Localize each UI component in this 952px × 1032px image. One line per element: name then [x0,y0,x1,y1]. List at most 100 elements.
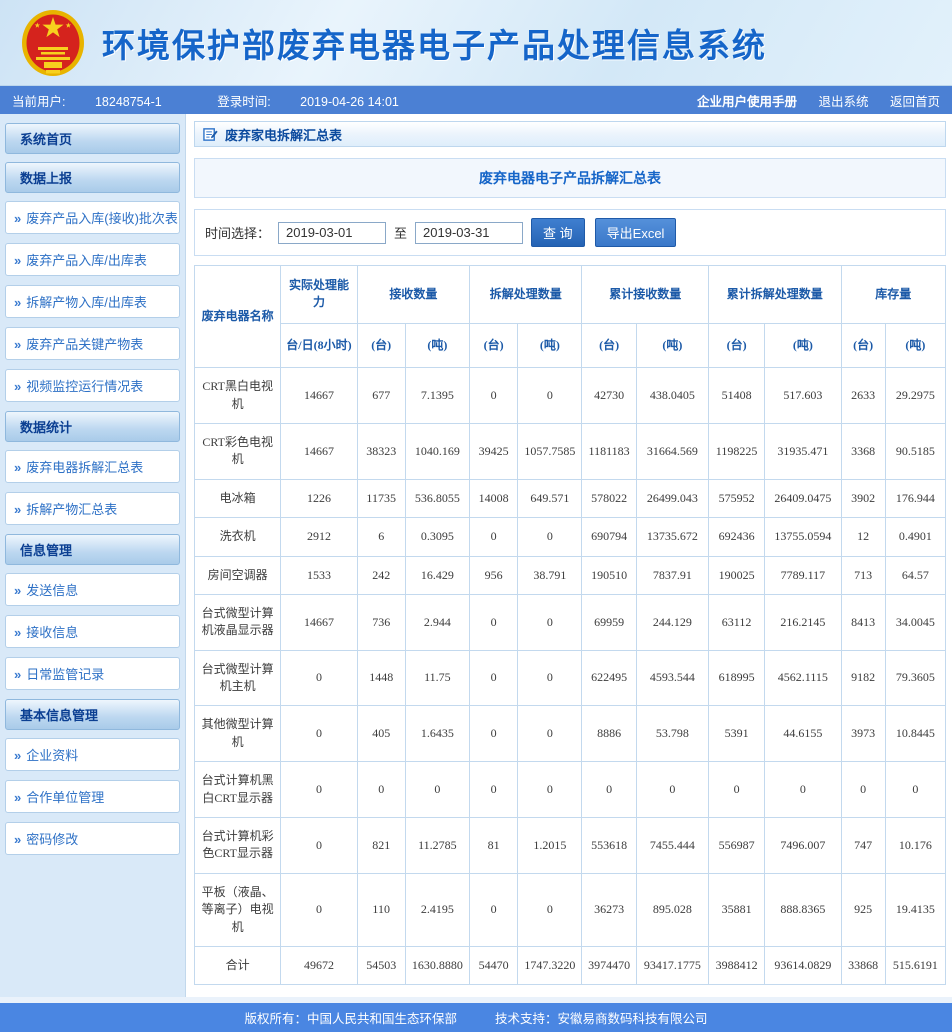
table-header-row-units: 台/日(8小时) (台) (吨) (台) (吨) (台) (吨) (台) (吨)… [195,322,947,369]
sidebar-section-0[interactable]: 系统首页 [5,123,180,154]
col-header-capacity-unit: 台/日(8小时) [280,322,358,369]
double-chevron-icon: » [14,790,22,805]
table-row: 房间空调器 1533 242 16.429 956 38.791 190510 7837.91… [193,555,947,595]
double-chevron-icon: » [14,211,22,226]
sidebar-label: 企业资料 [26,748,79,763]
value-cell: 405 [356,705,406,763]
value-cell: 12 [840,517,886,557]
value-cell: 649.571 [517,478,583,519]
product-name-cell: 台式计算机彩色CRT显示器 [193,817,282,874]
double-chevron-icon: » [14,379,22,394]
start-date-input[interactable] [278,221,387,244]
product-name-cell: CRT彩色电视机 [193,422,282,480]
value-cell: 31935.471 [764,422,842,480]
value-cell: 0 [517,872,583,947]
value-cell: 44.6155 [764,705,842,763]
sidebar-item-12[interactable]: » 接收信息 [5,615,180,648]
breadcrumb: 废弃家电拆解汇总表 [194,121,946,147]
logout-link[interactable]: 退出系统 [818,95,868,109]
value-cell: 8413 [840,593,886,651]
sidebar-label: 合作单位管理 [26,790,105,805]
value-cell: 618995 [707,649,766,707]
value-cell: 0 [707,761,766,819]
value-cell: 4593.544 [635,649,709,707]
value-cell: 0 [469,872,519,947]
sidebar-section-14[interactable]: 基本信息管理 [5,699,180,730]
value-cell: 622495 [581,649,637,707]
value-cell: 190025 [707,555,766,595]
value-cell: 821 [356,817,406,874]
value-cell: 0 [581,761,637,819]
double-chevron-icon: » [14,583,22,598]
value-cell: 7837.91 [635,555,709,595]
sidebar-label: 拆解产物汇总表 [26,502,118,517]
value-cell: 13755.0594 [764,517,842,557]
sidebar-item-11[interactable]: » 发送信息 [5,573,180,606]
sidebar-item-17[interactable]: » 密码修改 [5,822,180,855]
sidebar-item-6[interactable]: » 视频监控运行情况表 [5,369,180,402]
login-time: 登录时间: 2019-04-26 14:01 [217,94,399,109]
value-cell: 1040.169 [404,422,471,480]
value-cell: 0 [280,817,358,874]
breadcrumb-title: 废弃家电拆解汇总表 [225,127,343,143]
value-cell: 713 [840,555,886,595]
sidebar-item-16[interactable]: » 合作单位管理 [5,780,180,813]
sidebar-label: 拆解产物入库/出库表 [26,295,147,310]
value-cell: 216.2145 [764,593,842,651]
value-cell: 3988412 [707,945,766,986]
double-chevron-icon: » [14,502,22,517]
table-header-row-groups: 废弃电器名称 实际处理能力 接收数量 拆解处理数量 累计接收数量 累计拆解处理数… [193,264,946,369]
sidebar-item-3[interactable]: » 废弃产品入库/出库表 [5,243,180,276]
unit-dun: (吨) [635,322,709,369]
sidebar-item-2[interactable]: » 废弃产品入库(接收)批次表 [5,201,180,234]
value-cell: 578022 [581,478,637,519]
value-cell: 176.944 [884,478,947,519]
value-cell: 54470 [469,945,519,986]
double-chevron-icon: » [14,295,22,310]
sidebar-item-9[interactable]: » 拆解产物汇总表 [5,492,180,525]
value-cell: 0.4901 [884,517,947,557]
value-cell: 1.6435 [404,705,471,763]
value-cell: 0 [517,761,583,819]
table-row: 电冰箱 1226 11735 536.8055 14008 649.571 578022 26… [193,478,947,519]
edit-form-icon [203,127,218,141]
table-row: CRT彩色电视机 14667 38323 1040.169 39425 1057.7585… [193,422,947,480]
footer-support: 技术支持：安徽易商数码科技有限公司 [495,1012,708,1027]
value-cell: 11.75 [404,649,471,707]
value-cell: 677 [356,367,406,424]
sidebar-item-13[interactable]: » 日常监管记录 [5,657,180,690]
end-date-input[interactable] [415,221,524,244]
sidebar-section-1[interactable]: 数据上报 [5,162,180,193]
export-excel-button[interactable]: 导出Excel [594,218,677,247]
value-cell: 7789.117 [764,555,842,595]
value-cell: 2.4195 [404,872,471,947]
table-row: CRT黑白电视机 14667 677 7.1395 0 0 42730 438.0405 514… [193,367,947,424]
sidebar-label: 数据统计 [20,420,73,435]
value-cell: 1533 [280,555,358,595]
query-button[interactable]: 查 询 [531,218,585,247]
national-emblem-logo [22,9,84,76]
manual-link[interactable]: 企业用户使用手册 [697,95,797,109]
sidebar-item-8[interactable]: » 废弃电器拆解汇总表 [5,450,180,483]
value-cell: 5391 [707,705,766,763]
sidebar-section-10[interactable]: 信息管理 [5,534,180,565]
value-cell: 14008 [469,478,519,519]
sidebar-item-5[interactable]: » 废弃产品关键产物表 [5,327,180,360]
home-link[interactable]: 返回首页 [890,95,940,109]
value-cell: 34.0045 [884,593,947,651]
value-cell: 690794 [581,517,637,557]
value-cell: 0 [469,649,519,707]
value-cell: 895.028 [635,872,709,947]
sidebar-menu: 系统首页数据上报 » 废弃产品入库(接收)批次表 » 废弃产品入库/出库表 » 拆解产物入库… [0,114,186,998]
unit-dun: (吨) [517,322,583,369]
product-name-cell: 其他微型计算机 [193,705,282,763]
value-cell: 736 [356,593,406,651]
value-cell: 1198225 [707,422,766,480]
sidebar-section-7[interactable]: 数据统计 [5,411,180,442]
sidebar-item-15[interactable]: » 企业资料 [5,738,180,771]
value-cell: 51408 [707,367,766,424]
unit-tai: (台) [840,322,886,369]
value-cell: 190510 [581,555,637,595]
sidebar-item-4[interactable]: » 拆解产物入库/出库表 [5,285,180,318]
value-cell: 10.176 [884,817,947,874]
